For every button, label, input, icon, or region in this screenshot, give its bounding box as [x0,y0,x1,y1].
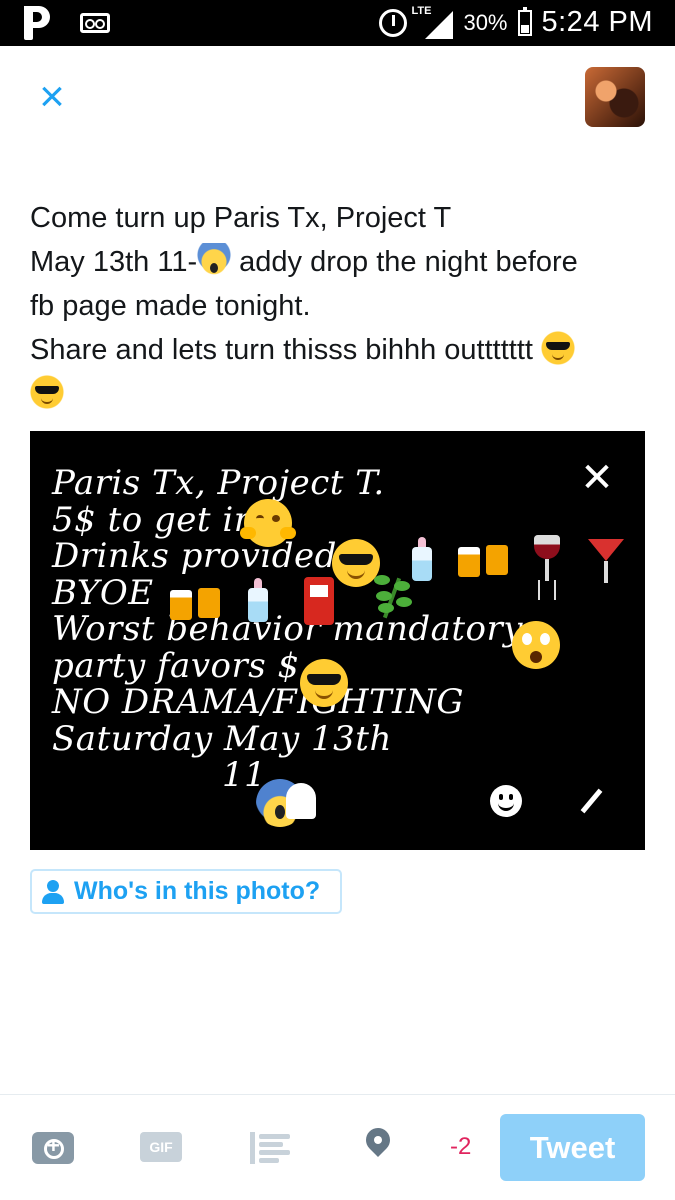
sticker-icon[interactable] [490,785,522,817]
flushed-face-icon [512,621,560,669]
tweet-line: fb page made tonight. [30,290,311,322]
remove-photo-icon[interactable]: ✕ [580,458,614,498]
status-bar: LTE 30% 5:24 PM [0,0,675,46]
gif-icon[interactable]: GIF [140,1132,182,1162]
photo-line: Drinks provided [52,536,337,576]
photo-line: BYOE [52,572,154,613]
poll-icon[interactable] [250,1132,290,1164]
herb-icon [370,571,414,621]
close-icon[interactable]: × [34,75,70,119]
avatar[interactable] [585,67,645,127]
baby-bottle-icon [248,578,268,622]
fuel-pump-icon [304,577,334,625]
attached-photo[interactable]: Paris Tx, Project T. 5$ to get in Drinks… [30,431,645,850]
status-right: LTE 30% 5:24 PM [379,5,653,39]
voicemail-icon [80,13,110,33]
battery-icon [517,6,532,36]
sunglasses-emoji-icon [30,375,64,409]
tweet-line: Come turn up Paris Tx, Project T [30,202,452,234]
location-pin-icon[interactable] [364,1128,392,1166]
battery-percent: 30% [463,9,508,35]
clock: 5:24 PM [541,6,653,38]
tweet-button[interactable]: Tweet [500,1114,645,1181]
person-icon [40,879,66,905]
scream-emoji-icon [197,243,232,277]
photo-line: Saturday May 13th [52,718,392,759]
edit-pencil-icon[interactable] [578,787,604,817]
sunglasses-emoji-icon [300,659,348,707]
alarm-icon [379,8,408,37]
baby-bottle-icon [412,537,432,581]
hugging-emoji-icon [240,499,292,547]
sunglasses-emoji-icon [541,331,576,365]
status-left [24,6,110,40]
tweet-text-input[interactable]: Come turn up Paris Tx, Project T May 13t… [30,196,640,416]
photo-line: Worst behavior mandatory [52,609,523,649]
wine-glass-icon [532,535,562,585]
photo-line: party favors $ [52,645,300,686]
tag-people-label: Who's in this photo? [74,877,321,905]
photo-line: Paris Tx, Project T. [52,463,385,503]
signal-icon: LTE [411,5,454,39]
tweet-line [30,372,640,416]
ghost-icon [286,783,316,819]
beer-mugs-icon [170,586,222,622]
beer-mugs-icon [458,543,510,579]
camera-icon[interactable] [32,1132,74,1164]
photo-line: NO DRAMA/FIGHTING [52,682,465,722]
tag-people-button[interactable]: Who's in this photo? [30,869,342,914]
character-count: -2 [450,1133,472,1160]
tweet-line: Share and lets turn thisss bihhh outtttt… [30,328,640,372]
cocktail-icon [588,535,624,587]
tweet-line: May 13th 11- addy drop the night before [30,240,640,284]
parking-app-icon [24,6,50,40]
